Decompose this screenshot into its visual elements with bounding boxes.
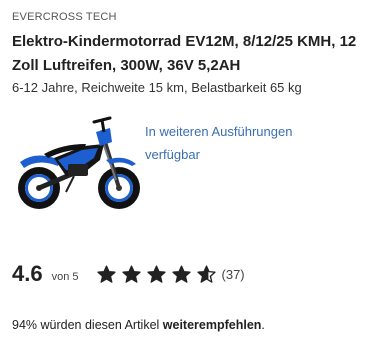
star-half-icon — [196, 264, 216, 283]
product-title[interactable]: Elektro-Kindermotorrad EV12M, 8/12/25 KM… — [12, 30, 368, 78]
electric-motorbike-image — [18, 116, 140, 209]
star-full-icon — [146, 264, 166, 283]
variants-link[interactable]: In weiteren Ausführungen verfügbar — [145, 120, 345, 166]
product-subtitle: 6-12 Jahre, Reichweite 15 km, Belastbark… — [12, 80, 302, 95]
rating-stars[interactable] — [96, 264, 222, 284]
brand-name[interactable]: EVERCROSS TECH — [12, 11, 117, 23]
star-full-icon — [96, 264, 116, 283]
recommendation-emphasis: weiterempfehlen — [162, 318, 262, 332]
recommendation-suffix: . — [261, 318, 265, 332]
rating-row: 4.6 von 5 (37) — [12, 259, 245, 289]
star-full-icon — [121, 264, 141, 283]
star-full-icon — [171, 264, 191, 283]
rating-max-label: von 5 — [51, 271, 79, 283]
product-image[interactable] — [14, 110, 144, 220]
rating-value: 4.6 — [12, 261, 43, 286]
recommendation-prefix: 94% würden diesen Artikel — [12, 318, 163, 332]
recommendation-text: 94% würden diesen Artikel weiterempfehle… — [12, 318, 265, 332]
review-count[interactable]: (37) — [222, 267, 245, 282]
